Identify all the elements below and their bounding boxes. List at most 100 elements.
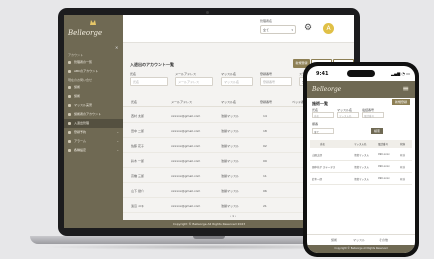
sidebar-item-settings[interactable]: 各種設定 ⌄: [64, 146, 123, 155]
email-input[interactable]: メールアドレス: [175, 77, 213, 86]
filter-label-number: 登録番号: [260, 72, 273, 76]
sidebar-section-inquiry: 現在のお問い合せ: [68, 78, 93, 82]
number-input[interactable]: 登録番号: [260, 77, 292, 86]
camera-icon: [206, 11, 209, 14]
phone-col: 状態: [400, 143, 406, 146]
phone-footer: Copyright © Belleorge All Rights Reserve…: [307, 245, 415, 253]
user-icon: [68, 61, 71, 64]
cell: 池袋マッスル: [221, 159, 240, 163]
nav-item-other[interactable]: その他: [379, 238, 388, 242]
cell: 090-xxxx: [378, 165, 390, 168]
cell: 有効: [400, 178, 406, 181]
sidebar-item-label: 入退出管理: [74, 121, 90, 125]
phone-muscle-input[interactable]: マッスル名: [337, 112, 359, 118]
sidebar: ✕ アカウント 管理者の一覧 ABCのアカウント 現在のお問い合せ 施術 施術 …: [64, 43, 123, 228]
cell: xxxxxx@gmail.com: [171, 129, 201, 133]
cell: 090-xxxx: [378, 177, 390, 180]
filter-label-muscle: マッスル名: [221, 72, 237, 76]
brand-name[interactable]: Belleorge: [312, 86, 341, 93]
col-muscle: マッスル名: [221, 100, 237, 104]
col-email: メールアドレス: [171, 100, 193, 104]
cell: 渡辺 ユキ: [131, 204, 144, 208]
sidebar-item-label: 施術者のアカウント: [74, 112, 102, 116]
cell: xxxxxx@gmail.com: [171, 189, 201, 193]
sidebar-item-abc-account[interactable]: ABCのアカウント: [64, 67, 123, 76]
list-icon: [68, 86, 71, 89]
sidebar-item-admins[interactable]: 管理者の一覧: [64, 58, 123, 67]
cell: xxxxxx@gmail.com: [171, 159, 201, 163]
sidebar-item-reservations[interactable]: 登録予約 ⌄: [64, 128, 123, 137]
avatar[interactable]: A: [323, 23, 334, 34]
cell: 高橋 三郎: [131, 174, 144, 178]
cell: 06: [263, 189, 267, 193]
user-icon: [68, 122, 71, 125]
sidebar-item-label: 登録予約: [74, 130, 87, 134]
phone-order-select[interactable]: 全て: [312, 128, 334, 134]
cell: 池袋マッスル: [221, 174, 240, 178]
phone-header: Belleorge ≡: [307, 81, 415, 98]
cell: 02: [263, 144, 267, 148]
sidebar-item-label: 管理者の一覧: [74, 60, 93, 64]
page-title: 入退出のアカウント一覧: [130, 62, 174, 67]
cell: 山田太郎: [312, 154, 323, 157]
phone-search-button[interactable]: 検索: [371, 128, 383, 134]
cell: 鈴木 一郎: [131, 159, 144, 163]
pagination[interactable]: ‹ 1 ›: [230, 214, 236, 218]
chevron-down-icon: ⌄: [116, 139, 119, 143]
col-name: 氏名: [131, 100, 138, 104]
name-input[interactable]: 氏名: [130, 77, 168, 86]
brand-logo[interactable]: Belleorge: [64, 15, 123, 43]
admin-label: 管理者名: [260, 19, 273, 23]
filter-label-email: メールアドレス: [175, 72, 197, 76]
bell-icon: [68, 140, 71, 143]
cell: 田中花子 ステータス: [312, 166, 336, 169]
phone-col: 電話番号: [378, 143, 389, 146]
chevron-down-icon: ▾: [291, 28, 293, 32]
cell: 池袋マッスル: [221, 129, 240, 133]
phone-table-row[interactable]: 山田太郎 池袋マッスル 090-xxxx 有効: [310, 149, 412, 161]
filter-label-name: 氏名: [130, 72, 137, 76]
chevron-down-icon: ⌄: [116, 130, 119, 134]
cell: 田中 二郎: [131, 129, 144, 133]
sidebar-item-entry-exit[interactable]: 入退出管理: [64, 119, 123, 128]
hamburger-menu-icon[interactable]: ≡: [402, 84, 409, 93]
cell: 鈴木一郎: [312, 178, 323, 181]
cell: xxxxxx@gmail.com: [171, 114, 201, 118]
settings-icon: [68, 149, 71, 152]
gear-icon[interactable]: ⚙: [304, 23, 312, 33]
cell: xxxxxx@gmail.com: [171, 204, 201, 208]
dynamic-island: [347, 70, 375, 77]
phone-table-row[interactable]: 鈴木一郎 池袋マッスル 090-xxxx 有効: [310, 173, 412, 185]
cell: xxxxxx@gmail.com: [171, 174, 201, 178]
crown-icon: [90, 20, 96, 25]
cell: 池袋マッスル: [354, 178, 370, 181]
cell: 池袋マッスル: [221, 189, 240, 193]
sidebar-item-treatment-2[interactable]: 施術: [64, 92, 123, 101]
phone-phone-input[interactable]: 電話番号: [362, 112, 384, 118]
cell: 11: [263, 174, 267, 178]
cell: 西村 太郎: [131, 114, 144, 118]
admin-select[interactable]: 全て ▾: [260, 25, 296, 34]
phone-name-input[interactable]: 氏名: [312, 112, 334, 118]
phone-table-row[interactable]: 田中花子 ステータス 池袋マッスル 090-xxxx 有効: [310, 161, 412, 173]
chart-icon: [68, 104, 71, 107]
cell: 21: [263, 204, 267, 208]
user-icon: [68, 70, 71, 73]
cell: 山下 健介: [131, 189, 144, 193]
top-header: Belleorge 管理者名 全て ▾ ⚙ A: [64, 15, 354, 43]
close-icon[interactable]: ✕: [115, 45, 118, 50]
status-time: 9:41: [316, 71, 329, 77]
laptop-notch: [193, 236, 225, 239]
sidebar-item-practice[interactable]: マッスル実習: [64, 101, 123, 110]
phone-new-button[interactable]: 新規登録: [392, 99, 410, 105]
sidebar-item-alarm[interactable]: アラーム ⌄: [64, 137, 123, 146]
sidebar-item-practitioner-account[interactable]: 施術者のアカウント: [64, 110, 123, 119]
nav-item-muscle[interactable]: マッスル: [353, 238, 365, 242]
list-icon: [68, 95, 71, 98]
nav-item-treatment[interactable]: 施術: [331, 238, 337, 242]
muscle-input[interactable]: マッスル名: [221, 77, 253, 86]
phone: 9:41 ▂▄▆ ◔ ▭ Belleorge ≡ 施術一覧 新規登録 氏名 氏名…: [303, 62, 419, 257]
sidebar-item-label: アラーム: [74, 139, 86, 143]
phone-screen: 9:41 ▂▄▆ ◔ ▭ Belleorge ≡ 施術一覧 新規登録 氏名 氏名…: [307, 66, 415, 253]
sidebar-item-treatment[interactable]: 施術: [64, 83, 123, 92]
